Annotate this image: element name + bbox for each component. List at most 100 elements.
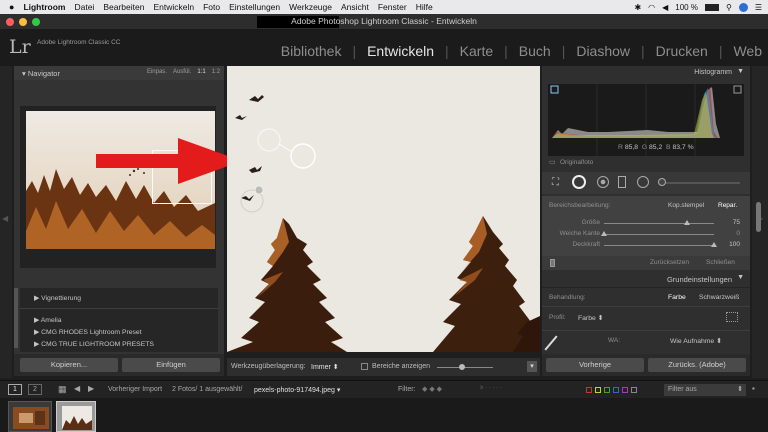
- spot-reset-button[interactable]: Zurücksetzen: [650, 259, 689, 266]
- module-diashow[interactable]: Diashow: [576, 43, 630, 59]
- wb-select[interactable]: Wie Aufnahme ⬍: [670, 337, 722, 345]
- module-karte[interactable]: Karte: [460, 43, 493, 59]
- forward-arrow-icon[interactable]: ▶: [88, 384, 94, 393]
- shadow-clipping-icon[interactable]: [550, 85, 559, 94]
- grid-view-icon[interactable]: ▦: [58, 384, 67, 395]
- search-icon[interactable]: ⚲: [726, 3, 732, 12]
- wifi-icon[interactable]: ◠: [648, 3, 655, 12]
- color-label-blue[interactable]: [613, 387, 619, 393]
- treatment-bw[interactable]: Schwarzweiß: [699, 294, 739, 301]
- color-label-yellow[interactable]: [595, 387, 601, 393]
- filter-lock-icon[interactable]: ▪: [752, 384, 755, 393]
- basic-panel-title[interactable]: Grundeinstellungen: [667, 275, 732, 284]
- notification-center-icon[interactable]: ☰: [755, 3, 762, 12]
- zoom-1-2[interactable]: 1:2: [212, 69, 220, 75]
- menu-app-lightroom[interactable]: Lightroom: [23, 2, 65, 12]
- menu-bearbeiten[interactable]: Bearbeiten: [103, 2, 144, 12]
- basic-collapse-icon[interactable]: ▼: [737, 274, 744, 281]
- previous-settings-button[interactable]: Vorherige: [546, 358, 644, 372]
- preset-folder-vignettierung[interactable]: ▶ Vignettierung: [34, 294, 81, 302]
- color-label-green[interactable]: [604, 387, 610, 393]
- brush-slider-knob[interactable]: [658, 178, 666, 186]
- histogram-collapse-icon[interactable]: ▼: [737, 68, 744, 75]
- show-areas-checkbox[interactable]: [361, 363, 368, 370]
- white-balance-eyedropper-icon[interactable]: [544, 335, 558, 351]
- profile-browser-icon[interactable]: [726, 312, 738, 322]
- left-scrollbar[interactable]: [14, 288, 18, 348]
- zoom-1-1[interactable]: 1:1: [197, 69, 205, 75]
- menu-fenster[interactable]: Fenster: [378, 2, 407, 12]
- red-eye-tool-icon[interactable]: [597, 176, 609, 188]
- module-buch[interactable]: Buch: [519, 43, 551, 59]
- navigator-header[interactable]: ▾ Navigator Einpas. Ausfül. 1:1 1:2: [14, 66, 224, 80]
- feather-slider-knob[interactable]: [601, 231, 607, 236]
- profile-select[interactable]: Farbe ⬍: [578, 314, 603, 322]
- treatment-color[interactable]: Farbe: [668, 294, 686, 301]
- menu-foto[interactable]: Foto: [203, 2, 220, 12]
- preset-folder-cmg-true[interactable]: ▶ CMG TRUE LIGHTROOM PRESETS: [34, 340, 154, 348]
- opacity-slider-knob[interactable]: [711, 242, 717, 247]
- right-panel-toggle-strip[interactable]: ▶: [752, 66, 768, 378]
- filter-stars[interactable]: ≥ · · · · ·: [480, 385, 502, 391]
- filmstrip-thumbnail-selected[interactable]: [56, 401, 96, 432]
- menu-werkzeuge[interactable]: Werkzeuge: [289, 2, 332, 12]
- source-label[interactable]: Vorheriger Import: [108, 386, 162, 393]
- filter-colors[interactable]: [586, 387, 637, 393]
- menu-hilfe[interactable]: Hilfe: [416, 2, 433, 12]
- feather-slider-track[interactable]: [604, 234, 714, 235]
- spot-mode-clone[interactable]: Kop.stempel: [668, 202, 704, 209]
- right-scrollbar[interactable]: [756, 202, 761, 232]
- module-web[interactable]: Web: [733, 43, 762, 59]
- highlight-clipping-icon[interactable]: [733, 85, 742, 94]
- radial-filter-icon[interactable]: [637, 176, 649, 188]
- module-entwickeln[interactable]: Entwickeln: [367, 43, 434, 59]
- page-2-button[interactable]: 2: [28, 384, 42, 395]
- page-1-button[interactable]: 1: [8, 384, 22, 395]
- module-bibliothek[interactable]: Bibliothek: [281, 43, 342, 59]
- size-value[interactable]: 75: [733, 219, 740, 226]
- left-panel-toggle-strip[interactable]: ◀: [0, 66, 12, 378]
- battery-percent[interactable]: 100 %: [675, 3, 698, 12]
- opacity-value[interactable]: 100: [729, 241, 740, 248]
- paste-settings-button[interactable]: Einfügen: [122, 358, 220, 372]
- spot-removal-tool-icon[interactable]: [572, 175, 586, 189]
- copy-settings-button[interactable]: Kopieren...: [20, 358, 118, 372]
- apple-icon[interactable]: ●: [9, 2, 14, 12]
- zoom-fit[interactable]: Einpas.: [147, 69, 167, 75]
- module-drucken[interactable]: Drucken: [656, 43, 708, 59]
- visualize-slider-knob[interactable]: [459, 364, 465, 370]
- color-label-gray[interactable]: [631, 387, 637, 393]
- menu-ansicht[interactable]: Ansicht: [341, 2, 369, 12]
- bluetooth-icon[interactable]: ✱: [634, 3, 641, 12]
- opacity-slider-track[interactable]: [604, 245, 714, 246]
- graduated-filter-icon[interactable]: [618, 176, 626, 188]
- user-avatar-icon[interactable]: [738, 2, 748, 12]
- filmstrip-thumbnail[interactable]: [8, 401, 52, 432]
- collapse-left-icon[interactable]: ◀: [2, 214, 8, 223]
- overlay-select[interactable]: Immer ⬍: [311, 363, 339, 371]
- color-label-purple[interactable]: [622, 387, 628, 393]
- preset-folder-cmg-rhodes[interactable]: ▶ CMG RHODES Lightroom Preset: [34, 328, 142, 336]
- menu-entwickeln[interactable]: Entwickeln: [153, 2, 194, 12]
- visualize-slider-track[interactable]: [437, 367, 493, 368]
- color-label-red[interactable]: [586, 387, 592, 393]
- volume-icon[interactable]: ◀: [662, 3, 668, 12]
- menu-einstellungen[interactable]: Einstellungen: [229, 2, 280, 12]
- battery-icon[interactable]: [704, 3, 719, 11]
- spot-close-button[interactable]: Schließen: [706, 259, 735, 266]
- reset-adobe-button[interactable]: Zurücks. (Adobe): [648, 358, 746, 372]
- back-arrow-icon[interactable]: ◀: [74, 384, 80, 393]
- toolbar-options-icon[interactable]: ▾: [527, 361, 537, 372]
- spot-enable-switch[interactable]: [550, 259, 555, 267]
- main-photo[interactable]: [227, 66, 540, 352]
- size-slider-track[interactable]: [604, 223, 714, 224]
- zoom-fill[interactable]: Ausfül.: [173, 69, 191, 75]
- menu-datei[interactable]: Datei: [74, 2, 94, 12]
- preset-folder-amelia[interactable]: ▶ Amelia: [34, 316, 62, 324]
- crop-tool-icon[interactable]: ⛶: [552, 177, 559, 188]
- spot-mode-heal[interactable]: Repar.: [718, 202, 737, 209]
- brush-slider[interactable]: [660, 182, 740, 184]
- filter-flags[interactable]: ◆ ◆ ◆: [422, 385, 472, 394]
- filter-preset-select[interactable]: Filter aus ⬍: [664, 384, 746, 396]
- filename-dropdown[interactable]: pexels-photo-917494.jpeg ▾: [254, 386, 340, 394]
